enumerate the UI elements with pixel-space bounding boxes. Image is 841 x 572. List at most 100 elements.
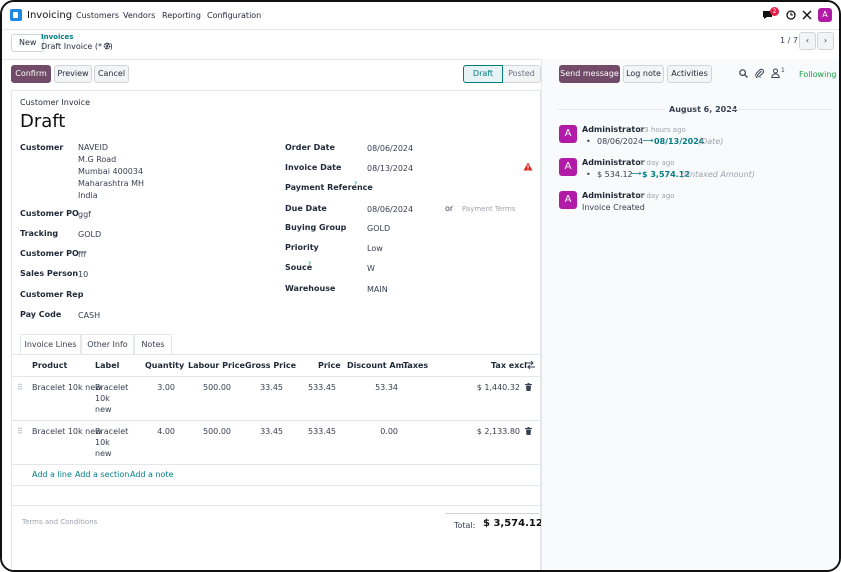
followers-icon[interactable] — [771, 68, 780, 80]
line-labour-price[interactable]: 500.00 — [203, 383, 231, 392]
line-label[interactable]: new — [95, 405, 112, 414]
line-quantity[interactable]: 4.00 — [157, 427, 175, 436]
customer-po-2-field[interactable]: fff — [78, 250, 86, 259]
confirm-button[interactable]: Confirm — [11, 65, 51, 83]
line-label[interactable]: 10k — [95, 438, 110, 447]
top-navbar: Invoicing Customers Vendors Reporting Co… — [2, 2, 839, 30]
buying-group-label: Buying Group — [285, 223, 347, 232]
new-button[interactable]: New — [11, 34, 45, 52]
pay-code-field[interactable]: CASH — [78, 311, 100, 320]
tracking-new-value: 08/13/2024 — [654, 137, 705, 146]
menu-vendors[interactable]: Vendors — [123, 11, 155, 20]
menu-configuration[interactable]: Configuration — [207, 11, 261, 20]
invoice-date-field[interactable]: 08/13/2024 — [367, 164, 413, 173]
line-product[interactable]: Bracelet 10k new — [32, 427, 102, 436]
status-draft[interactable]: Draft — [463, 65, 503, 83]
buying-group-field[interactable]: GOLD — [367, 224, 390, 233]
line-product[interactable]: Bracelet 10k new — [32, 383, 102, 392]
menu-customers[interactable]: Customers — [76, 11, 119, 20]
add-section-link[interactable]: Add a section — [75, 470, 129, 479]
divider — [12, 485, 540, 486]
author-avatar[interactable]: A — [559, 158, 577, 176]
preview-button[interactable]: Preview — [54, 65, 92, 83]
warning-icon — [523, 162, 533, 173]
activities-button[interactable]: Activities — [667, 65, 712, 83]
tools-icon[interactable] — [802, 10, 812, 23]
col-tax-excl[interactable]: Tax excl. — [491, 361, 530, 370]
clock-icon[interactable] — [786, 10, 796, 23]
line-label[interactable]: 10k — [95, 394, 110, 403]
payment-terms-field[interactable]: Payment Terms — [462, 205, 515, 213]
divider — [728, 109, 832, 110]
chevron-right-icon: › — [823, 36, 828, 45]
invoice-date-label: Invoice Date — [285, 163, 342, 172]
customer-rep-label: Customer Rep — [20, 290, 84, 299]
pager-prev-button[interactable]: ‹ — [799, 32, 816, 50]
column-settings-icon[interactable] — [526, 360, 535, 371]
order-date-field[interactable]: 08/06/2024 — [367, 144, 413, 153]
warehouse-field[interactable]: MAIN — [367, 285, 388, 294]
line-gross-price[interactable]: 33.45 — [260, 427, 283, 436]
tab-invoice-lines[interactable]: Invoice Lines — [20, 334, 81, 354]
customer-name[interactable]: NAVEID — [78, 143, 108, 152]
drag-handle-icon[interactable]: ⠿ — [17, 383, 23, 392]
line-labour-price[interactable]: 500.00 — [203, 427, 231, 436]
cancel-button[interactable]: Cancel — [94, 65, 129, 83]
trash-icon[interactable] — [525, 427, 532, 437]
line-price[interactable]: 533.45 — [308, 427, 336, 436]
app-name[interactable]: Invoicing — [27, 10, 72, 21]
line-discount[interactable]: 53.34 — [375, 383, 398, 392]
pager-next-button[interactable]: › — [817, 32, 834, 50]
breadcrumb-invoices[interactable]: Invoices — [41, 33, 73, 41]
col-price[interactable]: Price — [318, 361, 341, 370]
line-label[interactable]: Bracelet — [95, 383, 128, 392]
author-avatar[interactable]: A — [559, 125, 577, 143]
tracking-field-name: (Untaxed Amount) — [681, 170, 755, 179]
total-label: Total: — [454, 521, 476, 530]
add-note-link[interactable]: Add a note — [130, 470, 174, 479]
terms-and-conditions-field[interactable]: Terms and Conditions — [22, 518, 97, 526]
customer-address-line: India — [78, 191, 98, 200]
help-icon[interactable]: ? — [308, 261, 311, 268]
pager-value[interactable]: 1 / 7 — [780, 36, 798, 45]
menu-reporting[interactable]: Reporting — [162, 11, 201, 20]
table-row[interactable]: ⠿ Bracelet 10k new Bracelet 10k new 4.00… — [12, 421, 540, 464]
author-avatar[interactable]: A — [559, 191, 577, 209]
due-date-field[interactable]: 08/06/2024 — [367, 205, 413, 214]
col-label[interactable]: Label — [95, 361, 119, 370]
col-quantity[interactable]: Quantity — [145, 361, 184, 370]
sales-person-field[interactable]: 10 — [78, 270, 88, 279]
col-product[interactable]: Product — [32, 361, 67, 370]
priority-field[interactable]: Low — [367, 244, 383, 253]
gear-icon[interactable] — [103, 42, 111, 52]
line-discount[interactable]: 0.00 — [380, 427, 398, 436]
tab-other-info[interactable]: Other Info — [81, 334, 134, 354]
send-message-button[interactable]: Send message — [559, 65, 620, 83]
search-icon[interactable] — [739, 69, 748, 80]
tracking-field[interactable]: GOLD — [78, 230, 101, 239]
line-gross-price[interactable]: 33.45 — [260, 383, 283, 392]
drag-handle-icon[interactable]: ⠿ — [17, 427, 23, 436]
status-posted[interactable]: Posted — [503, 65, 541, 83]
tab-notes[interactable]: Notes — [134, 334, 172, 354]
add-line-link[interactable]: Add a line — [32, 470, 72, 479]
trash-icon[interactable] — [525, 383, 532, 393]
line-label[interactable]: Bracelet — [95, 427, 128, 436]
user-avatar[interactable]: A — [818, 8, 832, 22]
line-price[interactable]: 533.45 — [308, 383, 336, 392]
col-gross-price[interactable]: Gross Price — [245, 361, 296, 370]
tracking-field-name: (Date) — [698, 137, 724, 146]
col-labour-price[interactable]: Labour Price — [188, 361, 245, 370]
line-quantity[interactable]: 3.00 — [157, 383, 175, 392]
line-label[interactable]: new — [95, 449, 112, 458]
table-row[interactable]: ⠿ Bracelet 10k new Bracelet 10k new 3.00… — [12, 377, 540, 420]
following-button[interactable]: Following — [799, 70, 836, 79]
log-note-button[interactable]: Log note — [623, 65, 664, 83]
invoicing-app-icon[interactable] — [10, 9, 22, 21]
customer-po-field[interactable]: ggf — [78, 210, 91, 219]
col-taxes[interactable]: Taxes — [403, 361, 428, 370]
status-bar: Draft Posted — [463, 65, 541, 83]
souce-field[interactable]: W — [367, 264, 375, 273]
help-icon[interactable]: ? — [354, 181, 357, 188]
paperclip-icon[interactable] — [755, 68, 764, 80]
